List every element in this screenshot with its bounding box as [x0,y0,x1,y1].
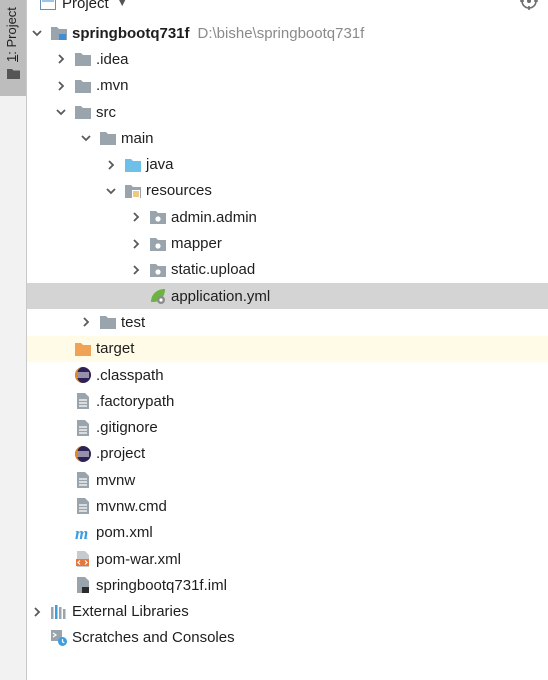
spring-config-icon [149,287,167,305]
tree-row-java[interactable]: java [27,151,548,177]
tree-row-test[interactable]: test [27,309,548,335]
chevron-right-icon[interactable] [129,263,143,277]
folder-name: target [96,340,135,358]
libraries-icon [50,603,68,621]
chevron-right-icon[interactable] [54,79,68,93]
package-icon [149,235,167,253]
xml-file-icon [74,550,92,568]
chevron-down-icon[interactable]: ▼ [117,0,128,9]
package-icon [149,261,167,279]
tree-row-project[interactable]: .project [27,441,548,467]
tree-row-scratches[interactable]: Scratches and Consoles [27,625,548,651]
chevron-right-icon[interactable] [104,158,118,172]
text-file-icon [74,471,92,489]
file-name: pom.xml [96,524,153,542]
node-name: External Libraries [72,603,189,621]
eclipse-icon [74,445,92,463]
folder-icon [74,103,92,121]
tree-row-mvnw-cmd[interactable]: mvnw.cmd [27,493,548,519]
svg-text:m: m [75,525,88,541]
chevron-down-icon[interactable] [30,26,44,40]
folder-icon [99,313,117,331]
module-folder-icon [50,24,68,42]
tree-row-iml[interactable]: springbootq731f.iml [27,572,548,598]
tree-row-classpath[interactable]: .classpath [27,362,548,388]
folder-name: mapper [171,235,222,253]
tree-row-idea[interactable]: .idea [27,46,548,72]
text-file-icon [74,392,92,410]
file-name: pom-war.xml [96,550,182,568]
file-name: .project [96,445,146,463]
file-name: springbootq731f.iml [96,576,227,594]
folder-name: src [96,103,116,121]
file-name: mvnw [96,471,136,489]
folder-name: .mvn [96,77,129,95]
file-name: application.yml [171,287,271,305]
project-tool-window-tab[interactable]: 1: Project [0,0,26,96]
tree-row-pom-war-xml[interactable]: pom-war.xml [27,546,548,572]
tree-row-main[interactable]: main [27,125,548,151]
folder-icon [99,129,117,147]
root-module-path: D:\bishe\springbootq731f [197,24,365,42]
tree-row-target[interactable]: target [27,335,548,362]
maven-icon: m [74,524,92,542]
project-tab-label: 1: Project [4,7,19,62]
tree-row-mvn[interactable]: .mvn [27,73,548,99]
folder-name: test [121,313,146,331]
excluded-folder-icon [74,340,92,358]
project-header: Project ▼ [27,0,548,14]
chevron-right-icon[interactable] [30,605,44,619]
folder-name: static.upload [171,261,256,279]
resources-folder-icon [124,182,142,200]
text-file-icon [74,497,92,515]
tree-row-mapper[interactable]: mapper [27,230,548,256]
view-selector-title[interactable]: Project [62,0,109,12]
chevron-right-icon[interactable] [129,237,143,251]
chevron-right-icon[interactable] [79,315,93,329]
eclipse-icon [74,366,92,384]
folder-icon [74,77,92,95]
tree-row-resources[interactable]: resources [27,178,548,204]
tree-row-pom-xml[interactable]: m pom.xml [27,520,548,546]
text-file-icon [74,419,92,437]
project-view-icon [40,0,56,10]
package-icon [149,208,167,226]
folder-name: main [121,129,154,147]
file-name: .factorypath [96,392,175,410]
chevron-down-icon[interactable] [79,131,93,145]
tree-row-application-yml[interactable]: application.yml [27,282,548,310]
tree-row-factorypath[interactable]: .factorypath [27,388,548,414]
folder-name: java [146,156,174,174]
locate-icon[interactable] [520,0,538,10]
file-name: .gitignore [96,419,158,437]
tree-row-admin-admin[interactable]: admin.admin [27,204,548,230]
tree-row-static-upload[interactable]: static.upload [27,257,548,283]
scratches-icon [50,629,68,647]
tree-row-src[interactable]: src [27,99,548,125]
folder-name: resources [146,182,212,200]
folder-name: admin.admin [171,208,257,226]
iml-file-icon [74,576,92,594]
tree-row-gitignore[interactable]: .gitignore [27,414,548,440]
folder-name: .idea [96,50,129,68]
folder-icon [74,50,92,68]
tree-row-mvnw[interactable]: mvnw [27,467,548,493]
node-name: Scratches and Consoles [72,629,235,647]
project-tree: springbootq731f D:\bishe\springbootq731f… [27,20,548,651]
tree-row-external-libraries[interactable]: External Libraries [27,599,548,625]
chevron-down-icon[interactable] [104,184,118,198]
chevron-right-icon[interactable] [129,210,143,224]
tool-window-strip: 1: Project [0,0,27,680]
root-module-name: springbootq731f [72,24,190,42]
file-name: .classpath [96,366,164,384]
tree-row-root[interactable]: springbootq731f D:\bishe\springbootq731f [27,20,548,46]
chevron-down-icon[interactable] [54,105,68,119]
file-name: mvnw.cmd [96,497,167,515]
folder-icon [7,69,20,79]
source-folder-icon [124,156,142,174]
chevron-right-icon[interactable] [54,52,68,66]
